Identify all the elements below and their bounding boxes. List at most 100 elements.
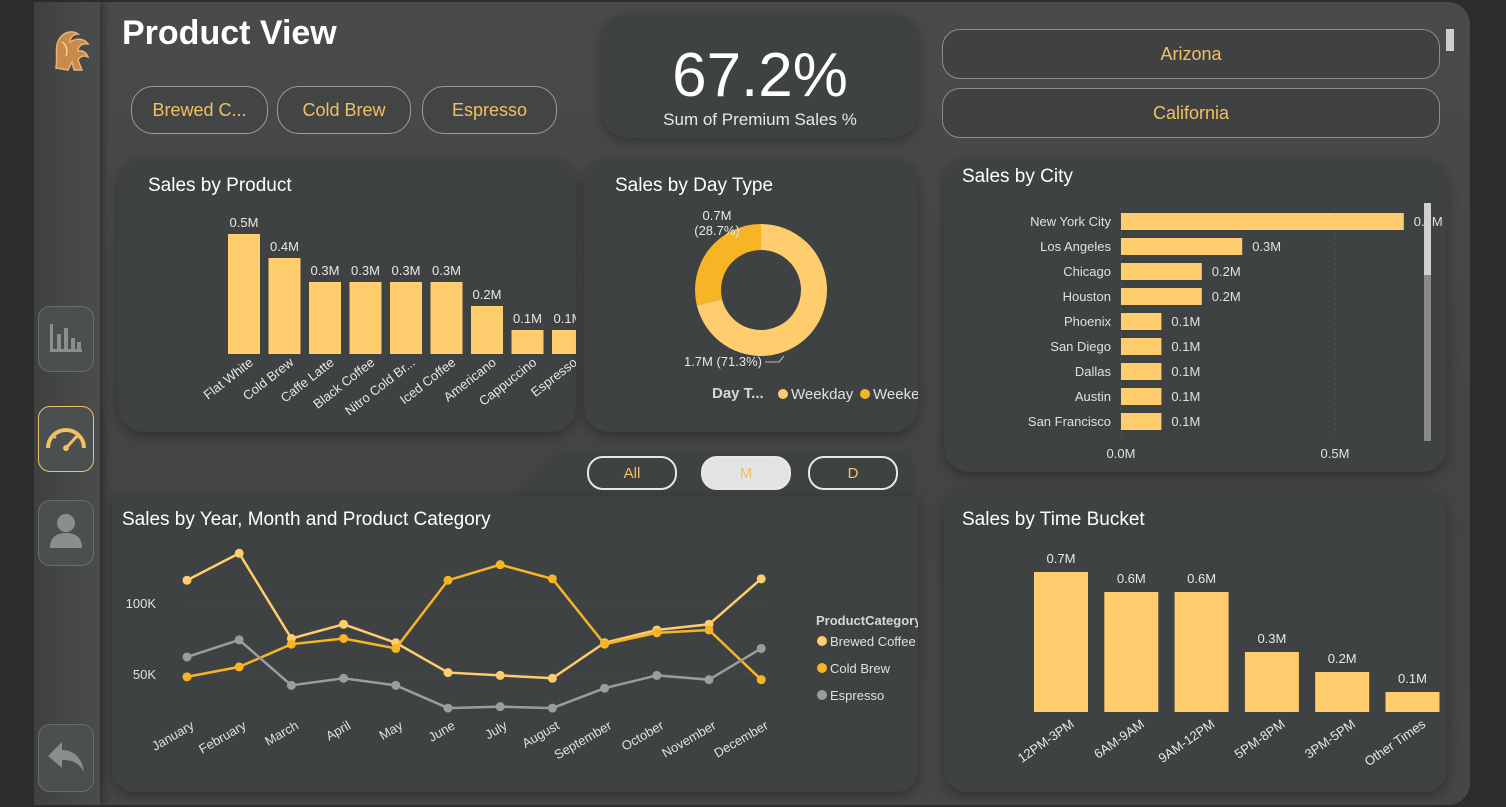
bar-value-label: 0.1M <box>1171 364 1200 379</box>
bar-product <box>268 258 301 354</box>
bar-city <box>1121 213 1404 230</box>
x-tick-label: December <box>711 717 771 760</box>
bar-product <box>390 282 422 354</box>
x-tick-label: July <box>482 717 510 742</box>
legend-title: Day T... <box>712 385 764 402</box>
slice-label-weekend: 0.7M <box>703 208 732 223</box>
data-point <box>600 683 610 693</box>
legend-label: Brewed Coffee <box>830 634 916 649</box>
bar-value-label: 0.2M <box>1212 289 1241 304</box>
bar-value-label: 0.3M <box>1257 631 1286 646</box>
filter-state-arizona[interactable]: Arizona <box>942 29 1440 79</box>
sales-by-city-panel: Sales by City New York City0.7MLos Angel… <box>944 158 1447 472</box>
toggle-month[interactable]: M <box>701 456 791 490</box>
sales-by-city-chart: New York City0.7MLos Angeles0.3MChicago0… <box>1028 203 1443 461</box>
x-tick-label: June <box>426 718 458 745</box>
sales-by-time-bucket-panel: Sales by Time Bucket 0.7M 12PM-3PM 0.6M 6AM… <box>944 492 1447 792</box>
data-point <box>234 662 244 672</box>
nav-user-button[interactable] <box>38 500 94 566</box>
legend-swatch-weekday <box>778 389 788 399</box>
data-point <box>234 635 244 645</box>
y-tick-label: San Diego <box>1050 339 1111 354</box>
bar-product <box>511 330 544 354</box>
nav-dashboard-button[interactable] <box>38 406 94 472</box>
data-point <box>286 639 296 649</box>
toggle-day[interactable]: D <box>808 456 898 490</box>
griffin-logo-icon <box>48 24 94 74</box>
data-point <box>704 625 714 635</box>
bar-value-label: 0.1M <box>1171 314 1200 329</box>
bar-city <box>1121 263 1202 280</box>
x-tick-label: May <box>377 717 406 743</box>
data-point <box>547 703 557 713</box>
bar-value-label: 0.3M <box>1252 239 1281 254</box>
y-tick-label: Phoenix <box>1064 314 1111 329</box>
slicer-scrollbar[interactable] <box>1446 29 1454 51</box>
bar-time-bucket <box>1244 652 1299 712</box>
kpi-label: Sum of Premium Sales % <box>663 110 857 129</box>
filter-product-brewed-coffee[interactable]: Brewed C... <box>131 86 268 134</box>
data-point <box>339 673 349 683</box>
bar-value-label: 0.1M <box>513 311 542 326</box>
data-point <box>443 668 453 678</box>
data-point <box>600 639 610 649</box>
y-tick-label: San Francisco <box>1028 414 1111 429</box>
bar-value-label: 0.4M <box>270 239 299 254</box>
bar-value-label: 0.3M <box>311 263 340 278</box>
back-button[interactable] <box>38 724 94 792</box>
data-point <box>704 675 714 685</box>
x-tick-label: 9AM-12PM <box>1155 716 1217 766</box>
bar-value-label: 0.2M <box>1212 264 1241 279</box>
bar-city <box>1121 388 1162 405</box>
bar-city <box>1121 413 1162 430</box>
y-tick-label: 100K <box>126 596 157 611</box>
legend-swatch <box>817 663 827 673</box>
filter-state-california[interactable]: California <box>942 88 1440 138</box>
data-point <box>756 643 766 653</box>
x-tick-label: November <box>659 717 719 760</box>
nav-report-button[interactable] <box>38 306 94 372</box>
window-frame: Product View Brewed C... Cold Brew Espre… <box>0 0 1506 807</box>
bar-product <box>430 282 463 354</box>
sales-by-day-type-panel: Sales by Day Type 0.7M (28.7%) 1.7M (71.3%… <box>584 158 918 432</box>
data-point <box>286 680 296 690</box>
x-tick-label: 0.0M <box>1107 446 1136 461</box>
bar-product <box>228 234 260 354</box>
bar-value-label: 0.2M <box>473 287 502 302</box>
data-point <box>443 703 453 713</box>
bar-value-label: 0.6M <box>1187 571 1216 586</box>
sales-by-product-panel: Sales by Product 0.5M Flat White 0.4M Cold … <box>118 158 576 432</box>
bar-value-label: 0.3M <box>351 263 380 278</box>
data-point <box>495 560 505 570</box>
y-tick-label: Houston <box>1063 289 1111 304</box>
sales-by-time-bucket-chart: 0.7M 12PM-3PM 0.6M 6AM-9AM 0.6M 9AM-12PM 0.3M 5… <box>1015 551 1440 769</box>
data-point <box>756 675 766 685</box>
series-line-cold-brew <box>186 563 763 681</box>
city-scrollbar-thumb <box>1424 203 1431 275</box>
bar-time-bucket <box>1315 672 1370 712</box>
toggle-all[interactable]: All <box>587 456 677 490</box>
x-tick-label: February <box>196 717 249 756</box>
data-point <box>339 634 349 643</box>
y-tick-label: Chicago <box>1063 264 1111 279</box>
data-point <box>443 575 453 585</box>
x-tick-label: January <box>149 717 197 753</box>
y-tick-label: Austin <box>1075 389 1111 404</box>
x-tick-label: 0.5M <box>1321 446 1350 461</box>
data-point <box>182 575 192 585</box>
filter-product-espresso[interactable]: Espresso <box>422 86 557 134</box>
bar-city <box>1121 363 1162 380</box>
leader-line-weekday <box>765 355 785 363</box>
bar-city <box>1121 238 1243 255</box>
data-point <box>234 548 244 558</box>
data-point <box>182 672 192 682</box>
bar-chart-icon <box>48 320 84 359</box>
bar-city <box>1121 288 1202 305</box>
bar-product <box>471 306 503 354</box>
legend-label: Espresso <box>830 688 884 703</box>
legend-title: ProductCategory <box>816 613 918 628</box>
bar-time-bucket <box>1034 572 1088 712</box>
bar-value-label: 0.3M <box>432 263 461 278</box>
filter-product-cold-brew[interactable]: Cold Brew <box>277 86 411 134</box>
bar-time-bucket <box>1174 592 1229 712</box>
